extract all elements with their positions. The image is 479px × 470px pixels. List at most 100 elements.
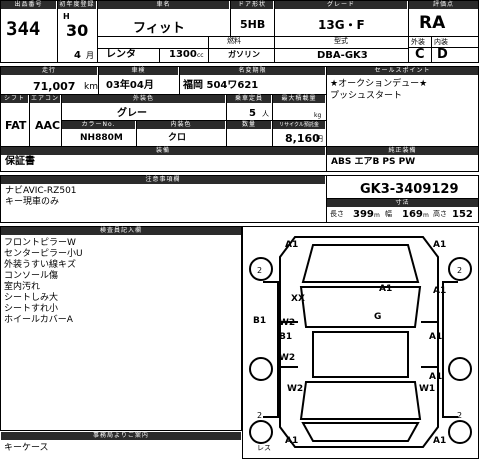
qty-label: 数量 — [227, 121, 271, 129]
interior-label: 内装色 — [137, 121, 225, 129]
equipment-label: 装備 — [1, 147, 325, 155]
warranty: 保証書 — [5, 156, 35, 167]
mileage: 71,007 — [33, 80, 76, 93]
footer-text: キーケース — [4, 443, 49, 453]
inspection-label: 車検 — [99, 67, 178, 75]
notes-label: 注意事項欄 — [1, 176, 325, 184]
damage-mark: W2 — [279, 318, 296, 328]
load-unit: kg — [314, 112, 322, 119]
ac: AAC — [35, 119, 61, 132]
diagram-bracket-label: 2 — [257, 266, 263, 275]
length-unit: m — [374, 212, 380, 219]
width-label: 幅 — [385, 210, 392, 218]
color-no-label: カラーNo. — [62, 121, 135, 129]
damage-mark: A1 — [429, 332, 443, 342]
damage-mark: A1 — [433, 286, 447, 296]
lot-label: 出品番号 — [1, 1, 56, 9]
inspector-line: フロントピラーW — [4, 238, 76, 248]
reg-month: 4 — [74, 50, 81, 61]
damage-mark: W2 — [287, 384, 304, 394]
inspector-line: コンソール傷 — [4, 271, 59, 281]
int-score: D — [437, 47, 448, 62]
interior: クロ — [168, 133, 187, 143]
lot-number: 344 — [6, 18, 41, 40]
note-1: ナビAVIC-RZ501 — [5, 186, 77, 196]
ac-label: エアコン — [30, 95, 60, 103]
diagram-note: レス — [257, 444, 271, 452]
model-label: 型式 — [334, 37, 348, 45]
reg-era: H — [63, 12, 70, 21]
damage-mark: B1 — [253, 316, 267, 326]
height-label: 高さ — [433, 210, 447, 218]
plate-label: 名変期限 — [180, 67, 325, 75]
rating: RA — [419, 13, 446, 33]
seats-unit: 人 — [262, 110, 269, 118]
inspector-line: 外装うすい線キズ — [4, 260, 77, 270]
yen-unit: 円 — [316, 135, 323, 143]
color: グレー — [117, 108, 147, 119]
seats-label: 乗車定員 — [227, 95, 271, 103]
mileage-unit: km — [84, 82, 98, 92]
width: 169 — [402, 209, 423, 220]
damage-mark: B1 — [279, 332, 293, 342]
inspection: 03年04月 — [106, 80, 154, 91]
doors: 5HB — [240, 18, 266, 31]
damage-mark: A1 — [285, 436, 299, 446]
seats: 5 — [249, 108, 256, 119]
inspector-line: センターピラー小U — [4, 249, 83, 259]
color-no: NH880M — [80, 133, 123, 143]
reg-year: 30 — [66, 21, 89, 40]
inspector-label: 検査員記入欄 — [1, 227, 241, 235]
damage-mark: W1 — [419, 384, 436, 394]
car-name: フィット — [133, 21, 185, 36]
damage-mark: A1 — [285, 240, 299, 250]
model: DBA-GK3 — [317, 50, 368, 61]
car-label: 車名 — [98, 1, 229, 9]
grade: 13G・F — [318, 18, 365, 32]
sales-point-1: ★オークションデュー★ — [330, 79, 428, 89]
frame-number: GK3-3409129 — [360, 182, 459, 197]
damage-mark: G — [374, 312, 382, 322]
std-equipment: ABS エアB PS PW — [331, 157, 416, 167]
displacement: 1300 — [169, 49, 197, 60]
car-outline — [249, 236, 472, 448]
mileage-label: 走行 — [1, 67, 97, 75]
damage-mark: W2 — [279, 353, 296, 363]
inspector-line: 室内汚れ — [4, 282, 41, 292]
int-label: 内装 — [434, 38, 448, 46]
recycle: 8,160 — [285, 132, 320, 145]
damage-mark: XX — [291, 294, 305, 304]
load-label: 最大積載量 — [273, 95, 325, 103]
size-label: 寸法 — [327, 199, 478, 207]
cc-unit: cc — [197, 52, 204, 59]
note-2: キー現車のみ — [5, 197, 60, 207]
damage-mark: A1 — [433, 436, 447, 446]
diagram-bracket-label: 2 — [457, 266, 463, 275]
inspector-line: ホイールカバーA — [4, 315, 73, 325]
fuel: ガソリン — [228, 50, 260, 59]
fuel-label: 燃料 — [227, 37, 241, 45]
diagram-bracket-label: 2 — [457, 411, 463, 420]
recycle-label: リサイクル預託金 — [273, 121, 325, 129]
damage-mark: A1 — [379, 284, 393, 294]
reg-month-unit: 月 — [86, 51, 94, 60]
height: 152 — [452, 209, 473, 220]
grade-label: グレード — [275, 1, 407, 9]
length: 399 — [353, 209, 374, 220]
use-type: レンタ — [106, 49, 136, 60]
diagram-bracket-label: 2 — [257, 411, 263, 420]
rating-label: 評価点 — [409, 1, 478, 9]
ext-label: 外装 — [411, 38, 425, 46]
doors-label: ドア形状 — [231, 1, 273, 9]
std-equipment-label: 純正装備 — [327, 147, 478, 155]
ext-score: C — [415, 47, 425, 62]
inspector-line: シートしみ大 — [4, 293, 59, 303]
shift-label: シフト — [1, 95, 28, 103]
sales-point-2: プッシュスタート — [330, 91, 403, 101]
footer-label: 事務局よりご案内 — [1, 432, 241, 440]
inspector-list: フロントピラーW センターピラー小U 外装うすい線キズ コンソール傷 室内汚れ … — [4, 238, 83, 326]
color-label: 外装色 — [62, 95, 225, 103]
reg-label: 初年度登録 — [58, 1, 96, 9]
length-label: 長さ — [330, 210, 344, 218]
shift: FAT — [5, 119, 27, 132]
